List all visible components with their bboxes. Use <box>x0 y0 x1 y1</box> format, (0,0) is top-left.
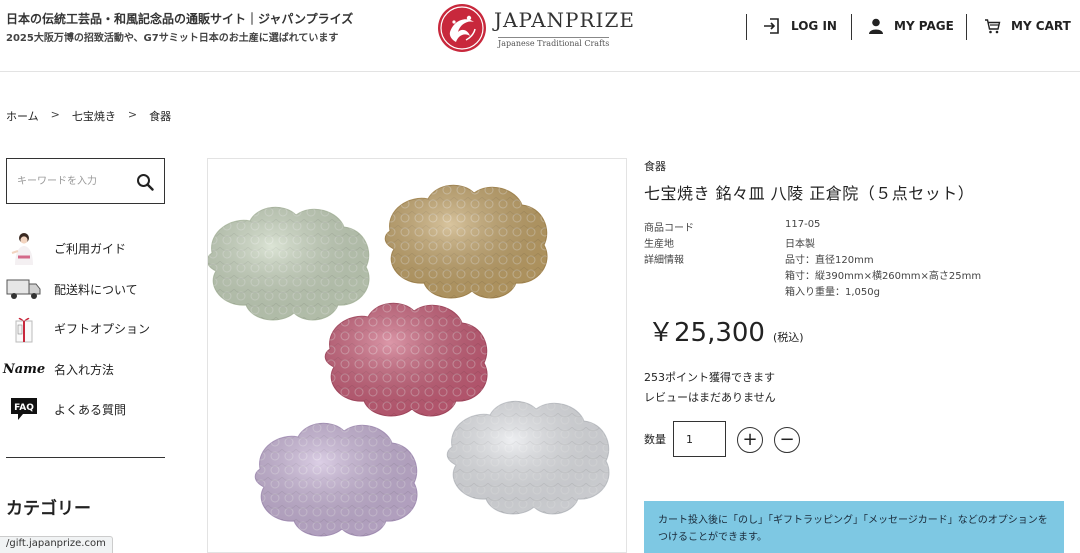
sidebar-item-label: 配送料について <box>54 282 138 297</box>
breadcrumb-current: 食器 <box>149 110 172 123</box>
nav-divider <box>966 14 967 40</box>
sidebar-item-gift[interactable]: ギフトオプション <box>6 313 165 343</box>
cart-label: MY CART <box>1011 19 1071 33</box>
svg-text:FAQ: FAQ <box>14 403 34 413</box>
spec-label: 商品コード <box>644 223 694 234</box>
spec-value: 品寸：直径120mm <box>785 255 874 266</box>
product-image[interactable] <box>207 158 627 553</box>
plate-gold <box>384 184 548 299</box>
truck-icon <box>6 274 42 304</box>
nav-divider <box>851 14 852 40</box>
mypage-label: MY PAGE <box>894 19 954 33</box>
spec-value: 箱入り重量：1,050g <box>785 287 880 298</box>
sidebar-item-name[interactable]: Name 名入れ方法 <box>2 354 165 384</box>
product-price: ￥25,300 (税込) <box>648 312 804 349</box>
user-icon <box>869 18 883 34</box>
plate-silver <box>446 400 610 515</box>
plate-green <box>208 206 370 321</box>
quantity-input[interactable] <box>673 421 726 457</box>
search-button[interactable] <box>134 171 156 193</box>
spec-label: 詳細情報 <box>644 255 684 266</box>
search-box <box>6 158 165 204</box>
cart-link[interactable]: MY CART <box>984 16 1071 36</box>
breadcrumb-shippo[interactable]: 七宝焼き <box>72 108 116 124</box>
login-icon <box>764 18 779 34</box>
breadcrumb-separator: > <box>50 108 60 121</box>
sidebar-item-faq[interactable]: FAQ よくある質問 <box>6 394 165 424</box>
product-title: 七宝焼き 銘々皿 八陵 正倉院（５点セット） <box>644 184 975 203</box>
site-logo[interactable]: JAPANPRIZE Japanese Traditional Crafts <box>436 2 636 56</box>
gift-icon <box>6 313 42 343</box>
sidebar-item-label: 名入れ方法 <box>54 362 115 377</box>
breadcrumb-separator: > <box>127 108 138 121</box>
cart-icon <box>985 19 1001 34</box>
quantity-plus-button[interactable]: + <box>737 427 763 453</box>
sidebar-item-label: ご利用ガイド <box>54 241 127 256</box>
spec-value: 箱寸：縦390mm×横260mm×高さ25mm <box>785 271 982 282</box>
quantity-label: 数量 <box>644 433 666 446</box>
price-value: ￥25,300 <box>648 318 765 348</box>
points-info: 253ポイント獲得できます <box>644 371 775 384</box>
product-category: 食器 <box>644 160 666 173</box>
plate-pink <box>324 302 488 417</box>
breadcrumb-home[interactable]: ホーム <box>6 108 39 124</box>
sidebar-item-guide[interactable]: ご利用ガイド <box>6 233 165 265</box>
status-bar-url: /gift.japanprize.com <box>0 536 113 553</box>
nav-divider <box>746 14 747 40</box>
spec-value: 日本製 <box>785 239 815 250</box>
logo-crest-icon <box>438 4 486 52</box>
sidebar-divider <box>6 457 165 458</box>
breadcrumb: ホーム > 七宝焼き > 食器 <box>6 108 171 124</box>
faq-icon: FAQ <box>6 394 42 424</box>
minus-icon: − <box>779 429 795 450</box>
person-guide-icon <box>6 233 42 265</box>
category-heading: カテゴリー <box>6 499 91 519</box>
sidebar-item-label: よくある質問 <box>54 402 127 417</box>
logo-wordmark: JAPANPRIZE <box>494 8 635 32</box>
spec-label: 生産地 <box>644 239 674 250</box>
spec-value: 117-05 <box>785 219 821 230</box>
name-script-icon: Name <box>2 361 46 377</box>
search-icon <box>137 174 154 191</box>
sidebar-item-shipping[interactable]: 配送料について <box>6 274 165 304</box>
quantity-minus-button[interactable]: − <box>774 427 800 453</box>
search-input[interactable] <box>17 171 127 191</box>
logo-subtitle: Japanese Traditional Crafts <box>498 37 610 48</box>
login-label: LOG IN <box>791 19 837 33</box>
plates-photo <box>208 184 610 537</box>
plate-purple <box>254 422 418 537</box>
price-tax-note: (税込) <box>772 331 804 344</box>
sidebar-item-label: ギフトオプション <box>54 321 151 336</box>
site-header: 日本の伝統工芸品・和風記念品の通販サイト｜ジャパンプライズ 2025大阪万博の招… <box>0 0 1080 72</box>
gift-option-notice: カート投入後に「のし」「ギフトラッピング」「メッセージカード」などのオプションを… <box>644 501 1064 553</box>
site-subtagline: 2025大阪万博の招致活動や、G7サミット日本のお土産に選ばれています <box>6 33 339 44</box>
mypage-link[interactable]: MY PAGE <box>868 16 954 36</box>
plus-icon: + <box>742 429 758 450</box>
reviews-info: レビューはまだありません <box>644 391 776 404</box>
site-tagline: 日本の伝統工芸品・和風記念品の通販サイト｜ジャパンプライズ <box>6 12 354 26</box>
login-link[interactable]: LOG IN <box>763 16 837 36</box>
